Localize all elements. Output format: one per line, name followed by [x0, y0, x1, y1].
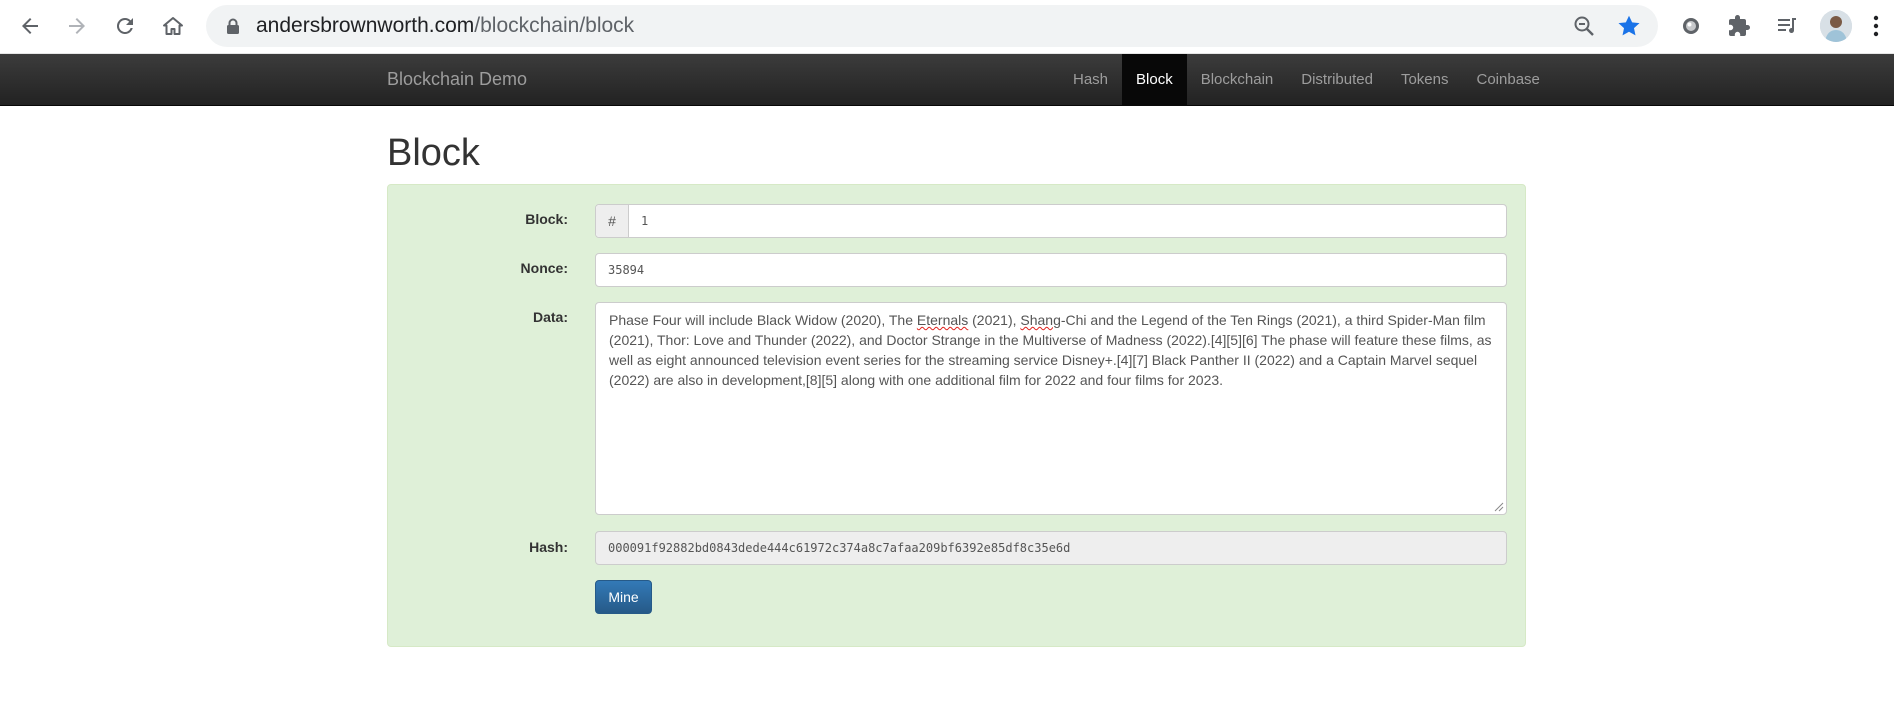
block-number-input[interactable]: # 1: [595, 204, 1507, 238]
url-text[interactable]: andersbrownworth.com/blockchain/block: [256, 14, 634, 38]
nonce-input[interactable]: 35894: [595, 253, 1507, 287]
url-host: andersbrownworth.com: [256, 14, 475, 37]
block-form: Block: # 1 Nonce: 35894 Data: Phase Four…: [387, 184, 1526, 647]
kebab-menu-icon[interactable]: [1872, 12, 1880, 40]
hash-label: Hash:: [529, 539, 568, 555]
browser-toolbar: andersbrownworth.com/blockchain/block: [0, 0, 1894, 54]
site-navbar: Blockchain Demo Hash Block Blockchain Di…: [0, 54, 1894, 106]
page-title: Block: [387, 132, 480, 174]
puzzle-icon[interactable]: [1721, 8, 1757, 44]
hash-output: 000091f92882bd0843dede444c61972c374a8c7a…: [595, 531, 1507, 565]
reload-icon[interactable]: [107, 8, 143, 44]
nav-item-hash[interactable]: Hash: [1059, 54, 1122, 105]
extension-icon[interactable]: [1673, 8, 1709, 44]
data-text: Phase Four will include Black Widow (202…: [609, 312, 1492, 388]
home-icon[interactable]: [155, 8, 191, 44]
hash-sign-addon: #: [596, 205, 629, 237]
url-path: /blockchain/block: [474, 14, 635, 37]
address-bar[interactable]: andersbrownworth.com/blockchain/block: [206, 5, 1658, 47]
avatar[interactable]: [1820, 10, 1852, 42]
navbar-brand[interactable]: Blockchain Demo: [387, 69, 527, 90]
hash-value: 000091f92882bd0843dede444c61972c374a8c7a…: [608, 541, 1071, 555]
nav-item-distributed[interactable]: Distributed: [1287, 54, 1387, 105]
zoom-out-icon[interactable]: [1572, 14, 1596, 38]
resize-handle-icon[interactable]: [1493, 501, 1504, 512]
block-number-value: 1: [641, 214, 649, 228]
navbar-menu: Hash Block Blockchain Distributed Tokens…: [1059, 54, 1554, 105]
block-label: Block:: [525, 211, 568, 227]
nonce-label: Nonce:: [520, 260, 568, 276]
lock-icon[interactable]: [224, 17, 242, 35]
nav-item-tokens[interactable]: Tokens: [1387, 54, 1463, 105]
spellcheck-word: Shang: [1020, 312, 1061, 328]
data-label: Data:: [532, 309, 568, 325]
data-textarea[interactable]: Phase Four will include Black Widow (202…: [595, 302, 1507, 515]
media-control-icon[interactable]: [1769, 8, 1805, 44]
forward-icon[interactable]: [59, 8, 95, 44]
mine-button[interactable]: Mine: [595, 580, 652, 614]
nav-item-coinbase[interactable]: Coinbase: [1463, 54, 1554, 105]
nonce-value: 35894: [608, 263, 645, 277]
nav-item-block[interactable]: Block: [1122, 54, 1187, 105]
spellcheck-word: Eternals: [916, 312, 969, 328]
bookmark-star-icon[interactable]: [1616, 13, 1642, 39]
back-icon[interactable]: [12, 8, 48, 44]
nav-item-blockchain[interactable]: Blockchain: [1187, 54, 1288, 105]
